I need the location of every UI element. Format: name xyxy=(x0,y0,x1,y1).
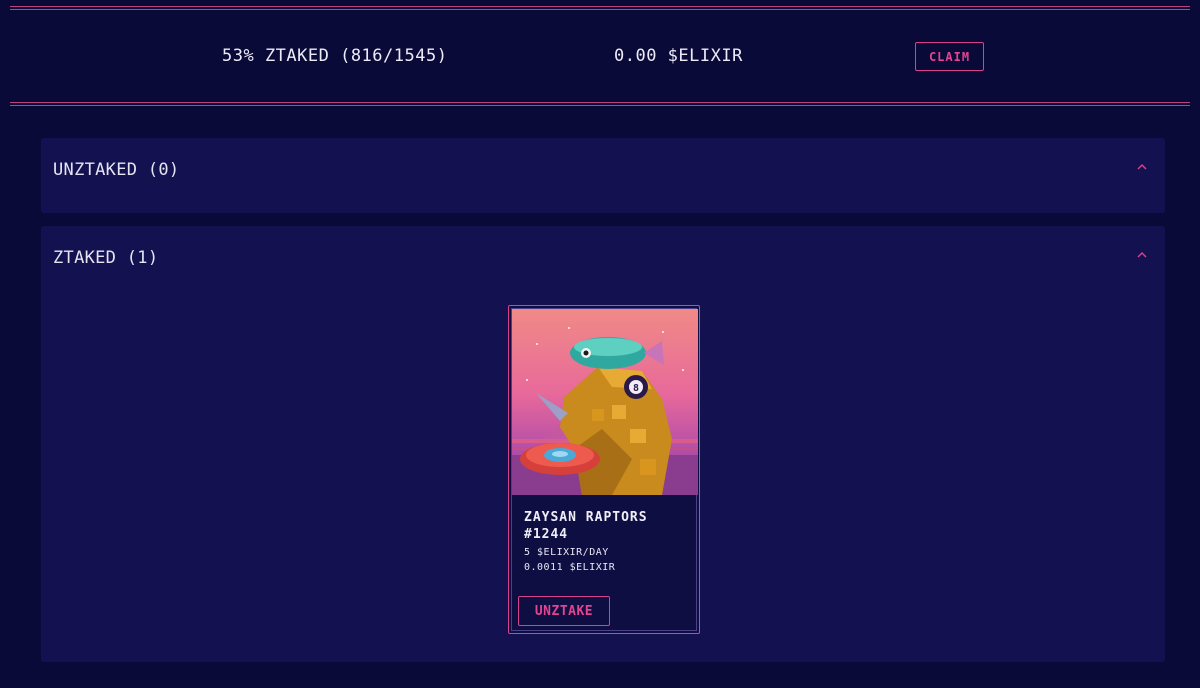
ztaked-panel-header[interactable]: ZTAKED (1) xyxy=(41,226,1165,290)
unztaked-panel-header[interactable]: UNZTAKED (0) xyxy=(41,138,1165,202)
nft-name: ZAYSAN RAPTORS #1244 xyxy=(524,510,648,542)
bottom-divider xyxy=(10,102,1190,106)
unztaked-panel: UNZTAKED (0) xyxy=(41,138,1165,213)
nft-elixir-rate: 5 $ELIXIR/DAY xyxy=(524,547,609,558)
ztaked-panel-title: ZTAKED (1) xyxy=(53,248,159,268)
unztake-button[interactable]: UNZTAKE xyxy=(518,596,610,626)
ztaked-percentage: 53% ZTAKED (816/1545) xyxy=(222,46,448,66)
chevron-up-icon[interactable] xyxy=(1137,250,1147,260)
nft-image: 8 xyxy=(512,309,698,495)
unztaked-panel-title: UNZTAKED (0) xyxy=(53,160,180,180)
chevron-up-icon[interactable] xyxy=(1137,162,1147,172)
staking-stats-bar: 53% ZTAKED (816/1545) 0.00 $ELIXIR CLAIM xyxy=(0,30,1200,86)
top-divider xyxy=(10,6,1190,10)
ztaked-panel: ZTAKED (1) 8 ZAYSAN RAPTORS #1244 5 $ELI… xyxy=(41,226,1165,662)
nft-artwork: 8 xyxy=(512,309,698,495)
claim-button[interactable]: CLAIM xyxy=(915,42,984,71)
nft-card-inner: 8 ZAYSAN RAPTORS #1244 5 $ELIXIR/DAY 0.0… xyxy=(511,308,698,631)
elixir-balance: 0.00 $ELIXIR xyxy=(614,46,743,66)
nft-card[interactable]: 8 ZAYSAN RAPTORS #1244 5 $ELIXIR/DAY 0.0… xyxy=(508,305,700,634)
svg-text:8: 8 xyxy=(633,383,639,394)
nft-elixir-earned: 0.0011 $ELIXIR xyxy=(524,562,616,573)
